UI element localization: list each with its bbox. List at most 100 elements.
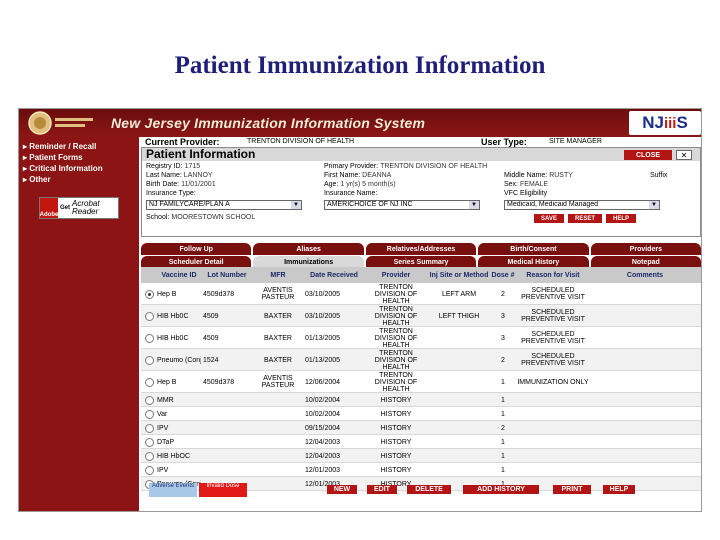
help-bottom-button[interactable]: HELP: [603, 485, 635, 494]
cell-mfr: [253, 393, 303, 407]
close-button[interactable]: CLOSE: [624, 150, 672, 160]
row-select-radio[interactable]: [145, 451, 154, 461]
patient-information-panel: Patient Information CLOSE ✕ Registry ID:…: [141, 147, 701, 237]
col-comments[interactable]: Comments: [591, 267, 699, 283]
cell-comments: [591, 435, 699, 449]
table-row[interactable]: Hep B 4509d378 AVENTIS PASTEUR 12/06/2004 TR…: [141, 371, 701, 393]
get-acrobat-reader-button[interactable]: Adobe Get Acrobat Reader: [39, 197, 119, 219]
cell-inj: [429, 393, 489, 407]
row-select-radio[interactable]: [145, 465, 154, 475]
row-select-radio[interactable]: [145, 395, 154, 405]
bottom-action-bar: Adverse Events Invalid Dose NEW EDIT DEL…: [141, 483, 701, 497]
row-select-radio[interactable]: [145, 311, 154, 321]
cell-inj: [429, 407, 489, 421]
state-seal-icon: [28, 111, 93, 135]
cell-dose: 2: [501, 290, 505, 298]
tabs-row-primary: Follow Up Aliases Relatives/Addresses Bi…: [141, 243, 701, 255]
tab-aliases[interactable]: Aliases: [253, 243, 364, 255]
cell-mfr: [253, 463, 303, 477]
cell-date: 03/10/2005: [305, 312, 341, 320]
chevron-down-icon: ▼: [291, 201, 301, 209]
sidebar-item-critical-information[interactable]: ▸ Critical Information: [19, 164, 139, 174]
cell-provider: TRENTON DIVISION OF HEALTH: [374, 371, 418, 393]
cell-provider: HISTORY: [380, 438, 412, 446]
provider-bar: Current Provider: TRENTON DIVISION OF HE…: [139, 137, 701, 147]
table-row[interactable]: HIB Hb0C 4509 BAXTER 03/10/2005 TRENTON DIVI…: [141, 305, 701, 327]
table-row[interactable]: HIB Hb0C 4509 BAXTER 01/13/2005 TRENTON DIVI…: [141, 327, 701, 349]
col-dose[interactable]: Dose #: [491, 267, 515, 283]
cell-comments: [591, 305, 699, 327]
row-select-radio[interactable]: [145, 289, 154, 299]
cell-vaccine: HIB Hb0C: [157, 334, 189, 342]
table-row[interactable]: Hep B 4509d378 AVENTIS PASTEUR 03/10/2005 TR…: [141, 283, 701, 305]
sidebar-item-reminder-recall[interactable]: ▸ Reminder / Recall: [19, 142, 139, 152]
tab-birth-consent[interactable]: Birth/Consent: [478, 243, 589, 255]
table-row[interactable]: IPV 12/01/2003 HISTORY 1: [141, 463, 701, 477]
print-button[interactable]: PRINT: [553, 485, 591, 494]
col-lot-number[interactable]: Lot Number: [203, 267, 251, 283]
insurance-type-select[interactable]: NJ FAMILYCARE/PLAN A ▼: [146, 200, 302, 210]
col-mfr[interactable]: MFR: [253, 267, 303, 283]
row-select-radio[interactable]: [145, 355, 154, 365]
close-x-icon[interactable]: ✕: [676, 150, 692, 160]
first-name-field: First Name: DEANNA: [324, 172, 392, 179]
cell-mfr: [253, 435, 303, 449]
cell-reason: [517, 407, 589, 421]
col-reason[interactable]: Reason for Visit: [517, 267, 589, 283]
row-select-radio[interactable]: [145, 437, 154, 447]
sidebar-item-other[interactable]: ▸ Other: [19, 175, 139, 185]
edit-button[interactable]: EDIT: [367, 485, 397, 494]
cell-date: 12/06/2004: [305, 378, 341, 386]
tab-providers[interactable]: Providers: [590, 243, 701, 255]
banner-title: New Jersey Immunization Information Syst…: [111, 115, 426, 131]
adobe-logo-icon: Adobe: [40, 198, 58, 218]
cell-date: 01/13/2005: [305, 356, 341, 364]
cell-provider: HISTORY: [380, 410, 412, 418]
table-row[interactable]: IPV 09/15/2004 HISTORY 2: [141, 421, 701, 435]
vfc-eligibility-select[interactable]: Medicaid, Medicaid Managed ▼: [504, 200, 660, 210]
cell-date: 09/15/2004: [305, 424, 341, 432]
cell-inj: [429, 421, 489, 435]
cell-inj: [429, 449, 489, 463]
row-select-radio[interactable]: [145, 333, 154, 343]
table-row[interactable]: DTaP 12/04/2003 HISTORY 1: [141, 435, 701, 449]
reset-button[interactable]: RESET: [568, 214, 602, 223]
table-row[interactable]: Pneumo (Conj) 1524 BAXTER 01/13/2005 TRENTON…: [141, 349, 701, 371]
col-inj-site[interactable]: Inj Site or Method: [429, 267, 489, 283]
cell-lot: 4509: [203, 312, 219, 320]
cell-dose: 1: [501, 378, 505, 386]
cell-provider: HISTORY: [380, 452, 412, 460]
cell-date: 10/02/2004: [305, 410, 341, 418]
insurance-name-select[interactable]: AMERICHOICE OF NJ INC ▼: [324, 200, 480, 210]
delete-button[interactable]: DELETE: [407, 485, 451, 494]
row-select-radio[interactable]: [145, 377, 154, 387]
cell-reason: [517, 435, 589, 449]
sidebar-item-patient-forms[interactable]: ▸ Patient Forms: [19, 153, 139, 163]
main-content: Current Provider: TRENTON DIVISION OF HE…: [139, 137, 701, 511]
cell-date: 12/04/2003: [305, 452, 341, 460]
col-date-received[interactable]: Date Received: [305, 267, 363, 283]
cell-reason: SCHEDULED PREVENTIVE VISIT: [521, 353, 585, 367]
add-history-button[interactable]: ADD HISTORY: [463, 485, 539, 494]
col-vaccine-id[interactable]: Vaccine ID: [157, 267, 201, 283]
new-button[interactable]: NEW: [327, 485, 357, 494]
tab-follow-up[interactable]: Follow Up: [141, 243, 252, 255]
row-select-radio[interactable]: [145, 423, 154, 433]
tab-relatives-addresses[interactable]: Relatives/Addresses: [365, 243, 477, 255]
table-row[interactable]: HIB HbOC 12/04/2003 HISTORY 1: [141, 449, 701, 463]
table-header: Vaccine ID Lot Number MFR Date Received …: [141, 267, 701, 283]
row-select-radio[interactable]: [145, 409, 154, 419]
cell-inj: LEFT THIGH: [438, 312, 480, 320]
cell-comments: [591, 327, 699, 349]
save-button[interactable]: SAVE: [534, 214, 564, 223]
cell-provider: TRENTON DIVISION OF HEALTH: [374, 305, 418, 327]
help-button[interactable]: HELP: [606, 214, 636, 223]
col-provider[interactable]: Provider: [365, 267, 427, 283]
cell-dose: 1: [501, 410, 505, 418]
table-row[interactable]: Var 10/02/2004 HISTORY 1: [141, 407, 701, 421]
cell-vaccine: IPV: [157, 466, 169, 474]
table-row[interactable]: MMR 10/02/2004 HISTORY 1: [141, 393, 701, 407]
cell-provider: HISTORY: [380, 466, 412, 474]
cell-mfr: [253, 449, 303, 463]
acrobat-get-label: Get: [60, 205, 71, 211]
